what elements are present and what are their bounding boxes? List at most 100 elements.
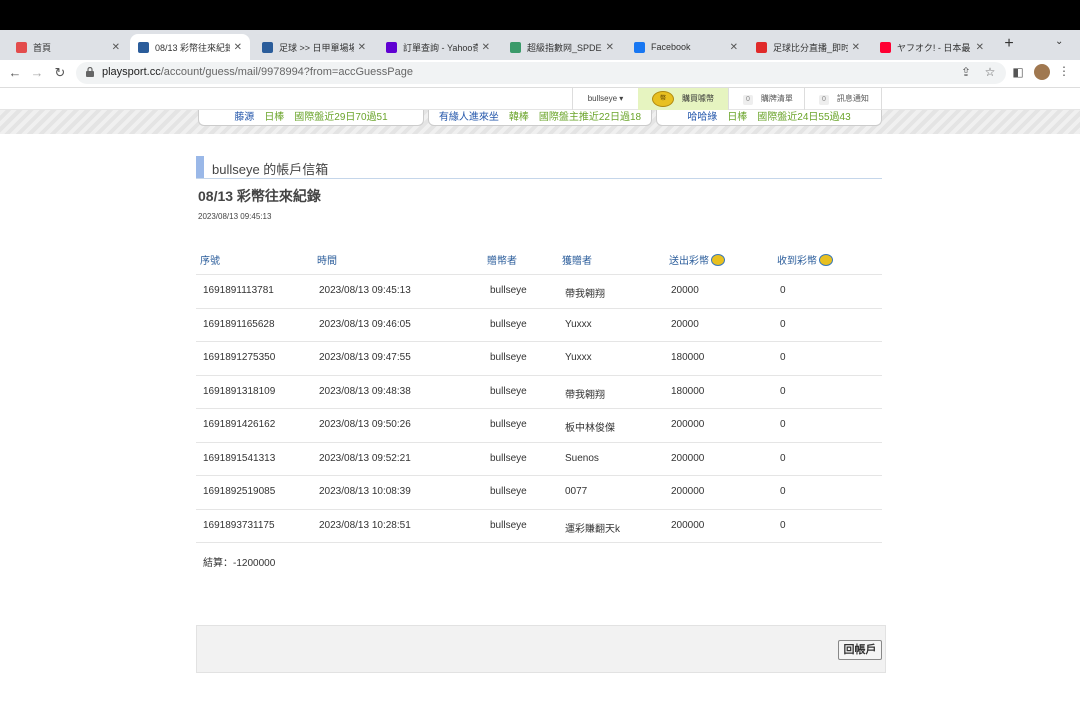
- os-top-bar: [0, 0, 1080, 30]
- forward-arrow-icon[interactable]: →: [28, 64, 46, 82]
- header-sent: 送出彩幣: [669, 252, 725, 267]
- cell-time: 2023/08/13 10:28:51: [319, 519, 411, 531]
- buy-coins-button[interactable]: 幣 購買噱幣: [638, 88, 728, 110]
- tab-label: 訂單查詢 - Yahoo奇: [403, 42, 478, 53]
- ticker-item[interactable]: 有緣人進來坐 韓棒 國際盤主推近22日過18: [428, 110, 652, 126]
- tab-label: 超級指數网_SPDEX: [527, 42, 602, 53]
- browser-tab[interactable]: ヤフオク! - 日本最 ✕: [872, 34, 992, 60]
- tab-close-icon[interactable]: ✕: [358, 42, 366, 53]
- back-to-account-button[interactable]: 回帳戶: [838, 640, 882, 660]
- tab-close-icon[interactable]: ✕: [234, 42, 242, 53]
- header-serial: 序號: [200, 256, 220, 267]
- tab-label: 足球比分直播_即时: [773, 42, 848, 53]
- back-arrow-icon[interactable]: ←: [6, 64, 24, 82]
- site-header: bullseye ▾ 幣 購買噱幣 0 購牌清單 0 訊息通知: [0, 88, 1080, 110]
- cell-giver: bullseye: [490, 519, 527, 531]
- cell-receiver: 運彩賺翻天k: [565, 523, 620, 535]
- browser-tab[interactable]: 08/13 彩幣往來紀錄 ✕: [130, 34, 250, 60]
- ticker-item[interactable]: 藤源 日棒 國際盤近29日70過51: [198, 110, 424, 126]
- url-field[interactable]: playsport.cc/account/guess/mail/9978994?…: [76, 62, 1006, 84]
- tab-label: 首頁: [33, 42, 52, 53]
- cell-received: 0: [780, 486, 786, 497]
- table-row: 1691891426162 2023/08/13 09:50:26 bullseye…: [196, 409, 882, 443]
- cell-received: 0: [780, 352, 786, 363]
- table-row: 1691891541313 2023/08/13 09:52:21 bullseye…: [196, 443, 882, 476]
- ticker-info: 日棒 國際盤近29日70過51: [264, 112, 388, 123]
- cell-serial: 1691892519085: [203, 486, 276, 497]
- tab-label: ヤフオク! - 日本最: [897, 42, 971, 53]
- browser-tab[interactable]: 足球比分直播_即时 ✕: [748, 34, 868, 60]
- title-accent-bar: [196, 156, 204, 178]
- cell-time: 2023/08/13 10:08:39: [319, 486, 411, 497]
- cell-serial: 1691891541313: [203, 452, 276, 464]
- cell-sent: 20000: [671, 285, 699, 296]
- side-panel-icon[interactable]: ◧: [1010, 65, 1026, 79]
- cell-giver: bullseye: [490, 318, 527, 330]
- cell-receiver: Suenos: [565, 452, 599, 464]
- msg-label: 訊息通知: [836, 94, 869, 103]
- cart-count-badge: 0: [743, 95, 753, 105]
- page-date: 2023/08/13 09:45:13: [198, 212, 272, 221]
- red-flag-favicon-icon: [756, 41, 767, 53]
- cell-giver: bullseye: [490, 352, 527, 363]
- coin-icon: [711, 254, 725, 266]
- tab-close-icon[interactable]: ✕: [730, 42, 738, 53]
- tab-close-icon[interactable]: ✕: [482, 42, 490, 53]
- bookmark-star-icon[interactable]: ☆: [982, 65, 998, 79]
- browser-tab-strip: 首頁 ✕ 08/13 彩幣往來紀錄 ✕ 足球 >> 日甲單場場 ✕ 訂單查詢 - Yahoo…: [0, 30, 1080, 60]
- cart-label: 購牌清單: [760, 94, 793, 103]
- tab-label: 08/13 彩幣往來紀錄: [155, 42, 230, 53]
- buy-coins-label: 購買噱幣: [682, 94, 714, 103]
- tab-label: 足球 >> 日甲單場場: [279, 42, 354, 53]
- cell-giver: bullseye: [490, 285, 527, 296]
- coin-icon: 幣: [652, 91, 674, 107]
- cell-sent: 200000: [671, 452, 705, 464]
- cell-sent: 180000: [671, 352, 705, 363]
- browser-menu-icon[interactable]: ⋮: [1058, 64, 1070, 78]
- ps-favicon-icon: [262, 41, 273, 53]
- msg-count-badge: 0: [819, 95, 829, 105]
- tab-close-icon[interactable]: ✕: [852, 42, 860, 53]
- mailbox-title-bar: bullseye 的帳戶信箱: [196, 156, 882, 179]
- cell-sent: 200000: [671, 519, 705, 531]
- browser-tab[interactable]: 足球 >> 日甲單場場 ✕: [254, 34, 374, 60]
- cell-giver: bullseye: [490, 452, 527, 464]
- share-icon[interactable]: ⇪: [958, 65, 974, 79]
- cart-link[interactable]: 0 購牌清單: [728, 88, 804, 110]
- browser-tab[interactable]: Facebook ✕: [626, 34, 746, 60]
- table-row: 1691891113781 2023/08/13 09:45:13 bullseye…: [196, 275, 882, 309]
- profile-avatar[interactable]: [1034, 64, 1050, 80]
- header-receiver: 獲贈者: [562, 256, 592, 267]
- user-menu[interactable]: bullseye ▾: [572, 88, 638, 110]
- reload-icon[interactable]: ↻: [51, 64, 69, 82]
- url-domain: playsport.cc: [102, 66, 161, 78]
- coin-icon: [819, 254, 833, 266]
- ticker-name: 哈哈綠: [687, 112, 718, 123]
- browser-tab[interactable]: 超級指數网_SPDEX ✕: [502, 34, 622, 60]
- cell-receiver: 帶我翱翔: [565, 389, 605, 401]
- tab-close-icon[interactable]: ✕: [606, 42, 614, 53]
- browser-tab[interactable]: 訂單查詢 - Yahoo奇 ✕: [378, 34, 498, 60]
- tab-close-icon[interactable]: ✕: [976, 42, 984, 53]
- header-sent-label: 送出彩幣: [669, 256, 709, 267]
- tab-close-icon[interactable]: ✕: [112, 42, 120, 53]
- cell-receiver: 0077: [565, 486, 588, 497]
- cell-time: 2023/08/13 09:45:13: [319, 285, 411, 296]
- ticker-item[interactable]: 哈哈綠 日棒 國際盤近24日55過43: [656, 110, 882, 126]
- cell-serial: 1691893731175: [203, 519, 275, 531]
- recommendation-ticker: 藤源 日棒 國際盤近29日70過51 有緣人進來坐 韓棒 國際盤主推近22日過1…: [0, 110, 1080, 134]
- tab-search-icon[interactable]: ⌄: [1055, 36, 1063, 47]
- cell-sent: 20000: [671, 318, 699, 330]
- tab-label: Facebook: [651, 42, 691, 52]
- cell-received: 0: [780, 519, 786, 531]
- cell-time: 2023/08/13 09:48:38: [319, 385, 411, 397]
- header-received: 收到彩幣: [777, 252, 833, 267]
- cell-received: 0: [780, 385, 786, 397]
- table-row: 1691893731175 2023/08/13 10:28:51 bullseye…: [196, 510, 882, 543]
- notification-link[interactable]: 0 訊息通知: [804, 88, 882, 110]
- ticker-name: 有緣人進來坐: [438, 112, 499, 123]
- browser-tab[interactable]: 首頁 ✕: [8, 34, 128, 60]
- y!-favicon-icon: [386, 41, 397, 53]
- new-tab-button[interactable]: +: [1000, 34, 1018, 54]
- table-row: 1691891165628 2023/08/13 09:46:05 bullseye…: [196, 309, 882, 342]
